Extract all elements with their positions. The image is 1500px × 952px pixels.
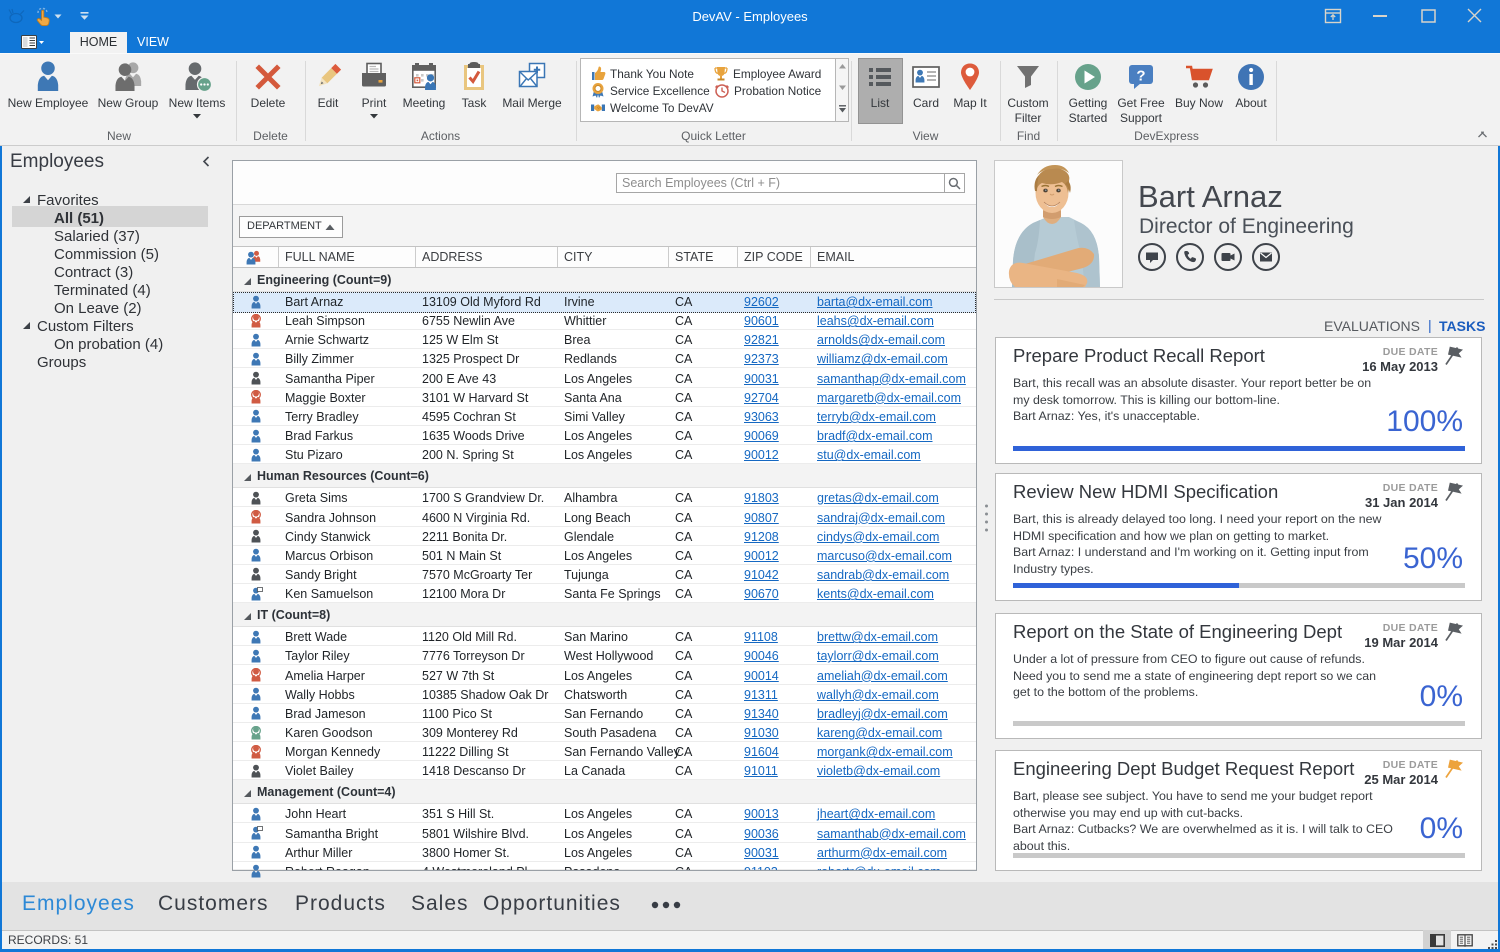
svg-text:?: ?: [1136, 68, 1145, 85]
